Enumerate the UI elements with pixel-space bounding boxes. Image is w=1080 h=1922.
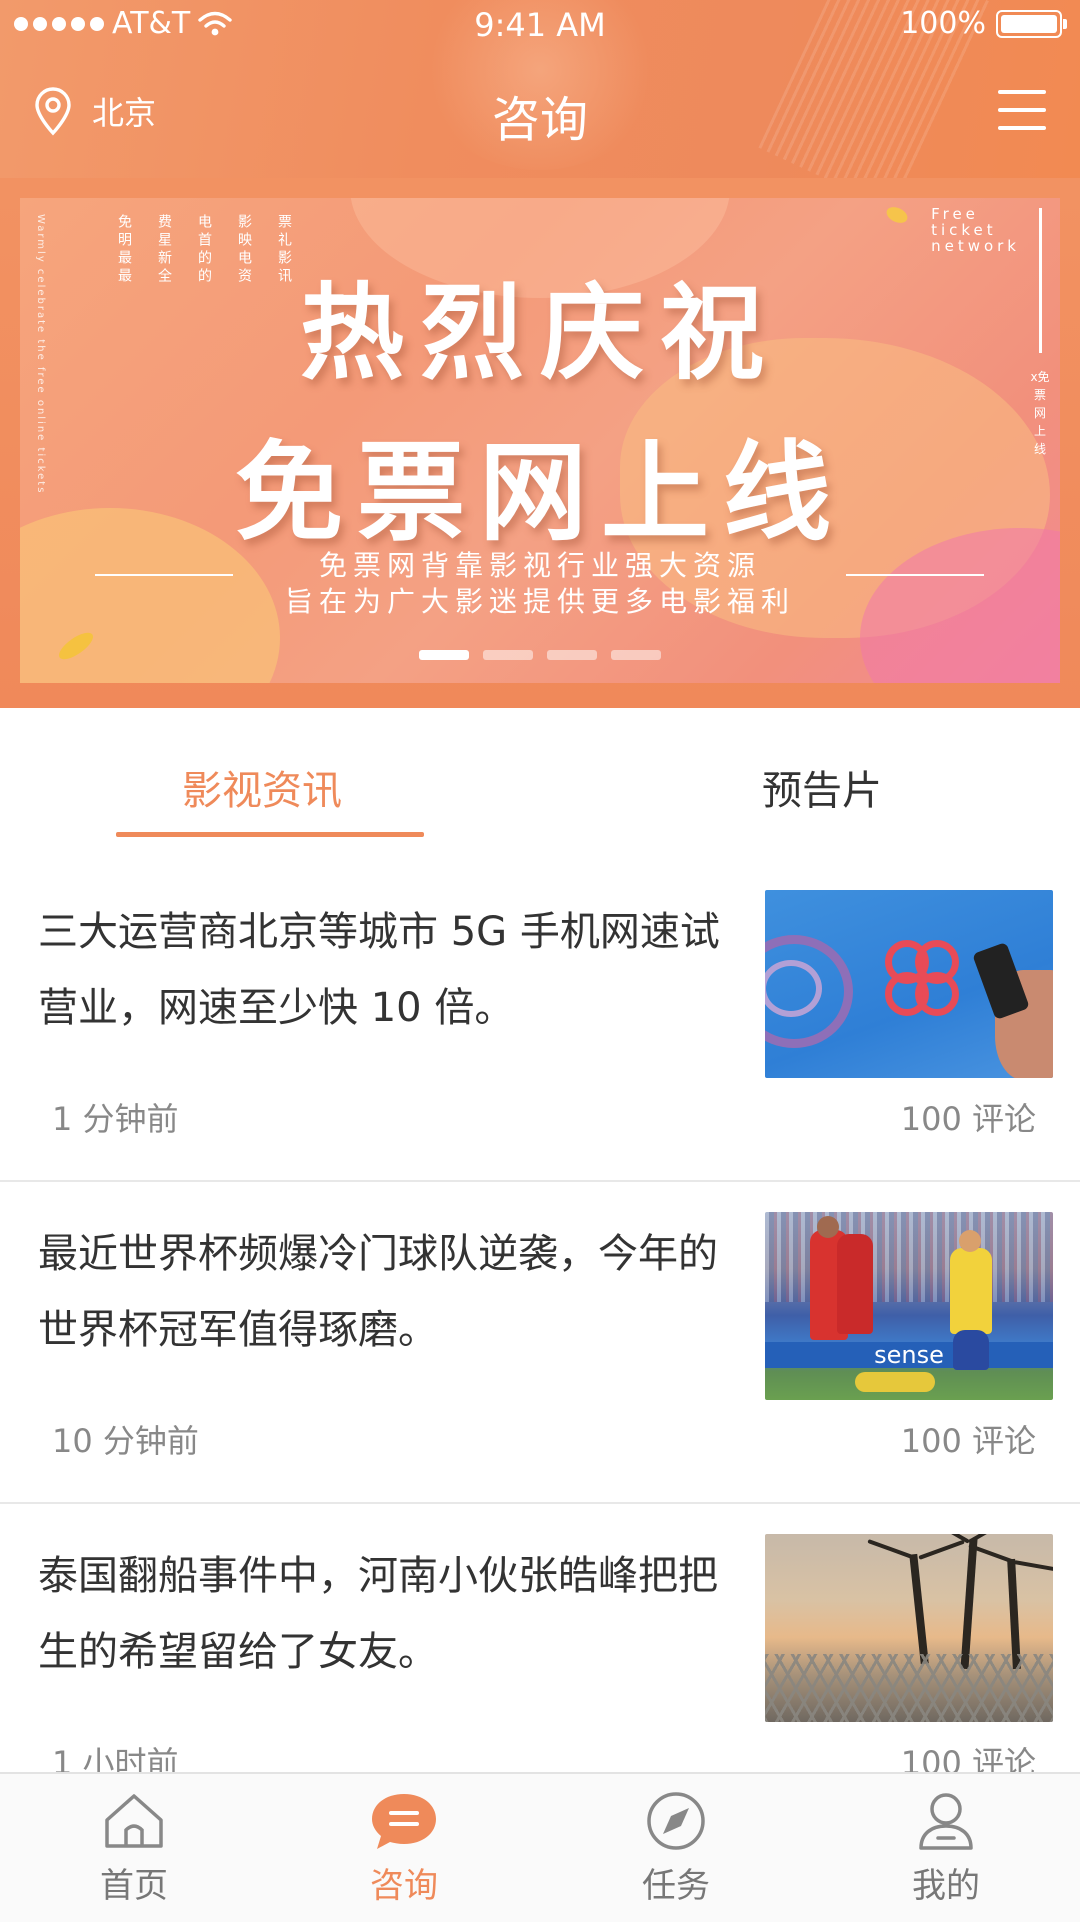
news-item[interactable]: 三大运营商北京等城市 5G 手机网速试营业，网速至少快 10 倍。 1 分钟前 …	[0, 858, 1080, 1182]
news-comment-count[interactable]: 100 评论	[901, 1094, 1036, 1140]
player-figure	[837, 1234, 873, 1334]
player-shorts	[953, 1330, 989, 1370]
palm-frond	[867, 1539, 916, 1560]
banner-headline-2: 免票网上线	[234, 431, 845, 556]
menu-button[interactable]	[998, 90, 1046, 130]
carousel-dot[interactable]	[483, 650, 533, 660]
player-head	[959, 1230, 981, 1252]
tabbar-label: 任务	[642, 1866, 710, 1906]
active-tab-indicator	[116, 832, 424, 837]
tab-film-news[interactable]: 影视资讯	[182, 758, 342, 816]
tabbar-label: 我的	[912, 1866, 980, 1906]
news-thumbnail: sense	[765, 1212, 1053, 1400]
battery-icon	[996, 9, 1067, 38]
news-time: 10 分钟前	[52, 1422, 199, 1460]
corner-text-line: Free	[931, 205, 979, 223]
palm-frond	[918, 1539, 965, 1560]
tabbar-label: 首页	[100, 1866, 168, 1906]
tabbar-home[interactable]: 首页	[64, 1790, 204, 1907]
banner-carousel[interactable]: Warmly celebrate the free online tickets…	[0, 178, 1080, 708]
battery-percent: 100%	[900, 6, 986, 41]
tabbar-profile[interactable]: 我的	[876, 1790, 1016, 1907]
news-title: 最近世界杯频爆冷门球队逆袭，今年的世界杯冠军值得琢磨。	[38, 1231, 718, 1353]
tent-structures	[765, 1654, 1053, 1722]
news-title: 泰国翻船事件中，河南小伙张皓峰把把生的希望留给了女友。	[38, 1553, 718, 1675]
tab-trailers[interactable]: 预告片	[762, 758, 882, 816]
news-time: 1 分钟前	[52, 1100, 179, 1138]
banner-subtitle-line: 免票网背靠影视行业强大资源	[318, 549, 761, 582]
home-icon	[99, 1790, 169, 1852]
fallen-player	[855, 1372, 935, 1392]
banner-slide[interactable]: Warmly celebrate the free online tickets…	[20, 198, 1060, 683]
corner-text-line: ticket	[931, 221, 997, 239]
news-thumbnail	[765, 890, 1053, 1078]
tabbar-label: 咨询	[370, 1866, 438, 1906]
banner-subtitle-line: 旨在为广大影迷提供更多电影福利	[284, 585, 795, 618]
header: AT&T 9:41 AM 100% 北京 咨询	[0, 0, 1080, 178]
page-title: 咨询	[491, 92, 588, 148]
player-figure	[950, 1248, 992, 1334]
carousel-dot[interactable]	[419, 650, 469, 660]
stadium-ad-board: sense	[765, 1342, 1053, 1368]
carousel-dot[interactable]	[547, 650, 597, 660]
coin-decoration	[884, 204, 910, 226]
palm-trunk	[909, 1553, 929, 1665]
tabbar-tasks[interactable]: 任务	[606, 1790, 746, 1907]
status-bar: AT&T 9:41 AM 100%	[0, 0, 1080, 46]
bottom-tab-bar: 首页 咨询 任务 我的	[0, 1772, 1080, 1922]
news-comment-count[interactable]: 100 评论	[901, 1416, 1036, 1462]
carousel-dot[interactable]	[611, 650, 661, 660]
crowd-background	[765, 1212, 1053, 1302]
palm-frond	[1013, 1560, 1053, 1572]
chat-bubble-icon	[369, 1790, 439, 1852]
palm-trunk	[1007, 1558, 1021, 1670]
carousel-indicators	[20, 650, 1060, 660]
banner-corner-text: Free ticket network	[931, 206, 1020, 254]
nav-bar: 北京 咨询	[0, 80, 1080, 148]
compass-icon	[641, 1790, 711, 1852]
palm-trunk	[960, 1538, 978, 1670]
news-thumbnail	[765, 1534, 1053, 1722]
banner-headline: 热烈庆祝	[299, 272, 780, 394]
content-tabs: 影视资讯 预告片	[0, 708, 1080, 858]
news-title: 三大运营商北京等城市 5G 手机网速试营业，网速至少快 10 倍。	[38, 909, 720, 1031]
knot-logo-part	[915, 972, 959, 1016]
status-right: 100%	[900, 6, 1067, 41]
user-icon	[911, 1790, 981, 1852]
tabbar-consult[interactable]: 咨询	[334, 1790, 474, 1907]
telecom-logo	[765, 935, 853, 1048]
banner-subtitle: 免票网背靠影视行业强大资源 旨在为广大影迷提供更多电影福利	[20, 548, 1060, 620]
news-item[interactable]: 最近世界杯频爆冷门球队逆袭，今年的世界杯冠军值得琢磨。 sense 10 分钟前…	[0, 1180, 1080, 1504]
player-head	[817, 1216, 839, 1238]
